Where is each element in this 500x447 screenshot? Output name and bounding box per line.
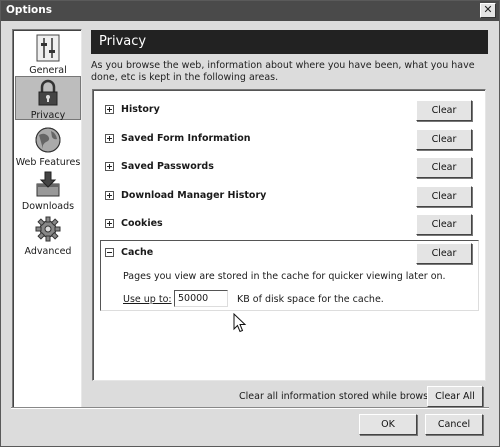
clear-history-button[interactable]: Clear bbox=[416, 100, 472, 121]
clear-passwords-button[interactable]: Clear bbox=[416, 157, 472, 178]
intro-text: As you browse the web, information about… bbox=[91, 60, 475, 83]
globe-icon bbox=[35, 127, 61, 153]
ok-button[interactable]: OK bbox=[359, 414, 417, 435]
category-sidebar: General Privacy Web Features Downloads A… bbox=[12, 29, 82, 409]
sidebar-item-label: Downloads bbox=[21, 201, 75, 212]
expand-toggle-icon[interactable] bbox=[105, 162, 114, 171]
footer-divider bbox=[11, 407, 489, 409]
cache-description: Pages you view are stored in the cache f… bbox=[123, 271, 446, 282]
sidebar-item-label: Advanced bbox=[24, 246, 72, 257]
downloads-icon bbox=[36, 171, 60, 197]
section-label: Saved Passwords bbox=[121, 161, 214, 172]
clear-form-info-button[interactable]: Clear bbox=[416, 129, 472, 150]
collapse-toggle-icon[interactable] bbox=[105, 248, 114, 257]
gear-icon bbox=[35, 216, 61, 242]
title-bar[interactable]: Options ✕ bbox=[1, 1, 499, 21]
section-saved-passwords: Saved Passwords Clear bbox=[102, 155, 479, 179]
clear-download-history-button[interactable]: Clear bbox=[416, 186, 472, 207]
section-download-manager-history: Download Manager History Clear bbox=[102, 184, 479, 208]
expand-toggle-icon[interactable] bbox=[105, 219, 114, 228]
sidebar-item-general[interactable]: General bbox=[15, 34, 81, 76]
section-label: Cache bbox=[121, 247, 154, 258]
section-cookies: Cookies Clear bbox=[102, 212, 479, 236]
sidebar-item-privacy[interactable]: Privacy bbox=[15, 76, 81, 121]
sidebar-item-label: Privacy bbox=[30, 110, 66, 121]
page-title: Privacy bbox=[91, 30, 488, 54]
close-button[interactable]: ✕ bbox=[480, 3, 496, 18]
clear-cache-button[interactable]: Clear bbox=[416, 243, 472, 264]
cancel-button[interactable]: Cancel bbox=[425, 414, 483, 435]
clear-all-description: Clear all information stored while brows… bbox=[239, 391, 446, 402]
cache-header: Cache Clear bbox=[102, 241, 479, 265]
expand-toggle-icon[interactable] bbox=[105, 134, 114, 143]
section-saved-form-information: Saved Form Information Clear bbox=[102, 127, 479, 151]
sidebar-item-downloads[interactable]: Downloads bbox=[15, 170, 81, 212]
clear-all-button[interactable]: Clear All bbox=[427, 386, 483, 407]
use-up-to-text: Use up to: bbox=[123, 294, 172, 305]
sidebar-item-label: General bbox=[29, 65, 67, 76]
lock-icon bbox=[38, 79, 58, 106]
use-up-to-label: Use up to: bbox=[123, 294, 172, 305]
section-history: History Clear bbox=[102, 98, 479, 122]
clear-cookies-button[interactable]: Clear bbox=[416, 214, 472, 235]
general-icon bbox=[36, 34, 60, 62]
section-label: Cookies bbox=[121, 218, 163, 229]
section-label: Saved Form Information bbox=[121, 133, 251, 144]
section-label: Download Manager History bbox=[121, 190, 267, 201]
cache-size-suffix: KB of disk space for the cache. bbox=[237, 294, 384, 305]
sidebar-item-label: Web Features bbox=[15, 157, 81, 168]
expand-toggle-icon[interactable] bbox=[105, 191, 114, 200]
privacy-items-panel: History Clear Saved Form Information Cle… bbox=[92, 89, 486, 381]
expand-toggle-icon[interactable] bbox=[105, 105, 114, 114]
sidebar-item-advanced[interactable]: Advanced bbox=[15, 215, 81, 257]
mouse-cursor-icon bbox=[233, 313, 247, 333]
section-cache: Cache Clear Pages you view are stored in… bbox=[100, 240, 479, 311]
section-label: History bbox=[121, 104, 160, 115]
sidebar-item-web-features[interactable]: Web Features bbox=[15, 126, 81, 168]
cache-size-input[interactable]: 50000 bbox=[174, 290, 228, 307]
window-title: Options bbox=[6, 4, 52, 16]
options-window: Options ✕ General Privacy Web Features D… bbox=[0, 0, 500, 447]
